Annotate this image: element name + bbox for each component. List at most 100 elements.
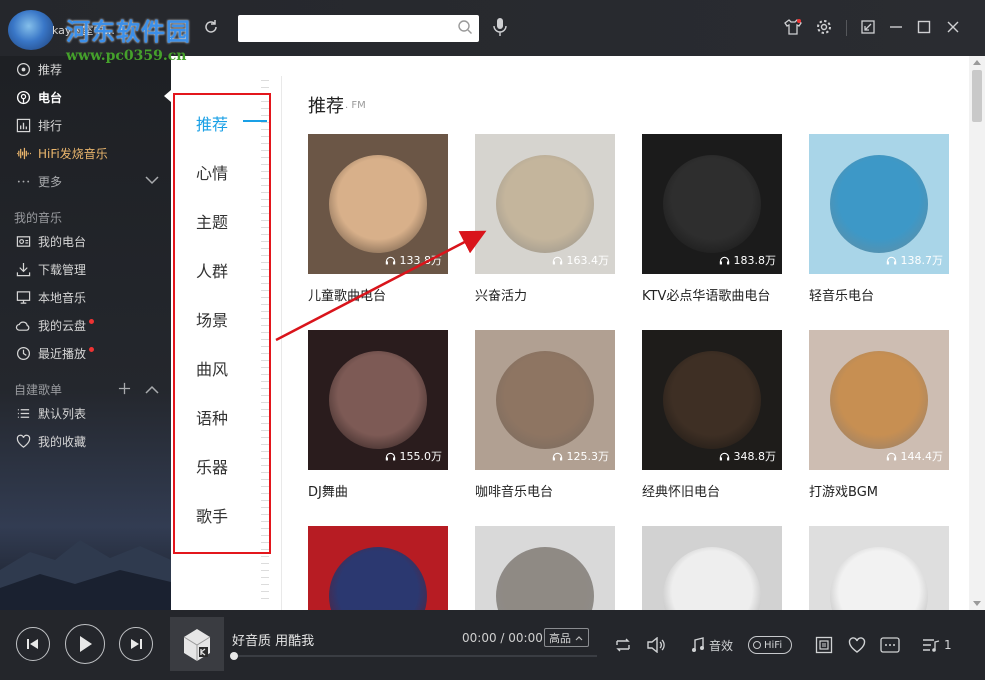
clock-icon — [14, 344, 32, 362]
sidebar-item-label: 推荐 — [38, 62, 63, 77]
close-icon[interactable] — [940, 14, 966, 40]
station-cover-image — [663, 155, 761, 253]
loop-mode-icon[interactable] — [612, 634, 634, 656]
sidebar-item-label: 电台 — [38, 90, 63, 105]
lyrics-icon[interactable] — [813, 634, 835, 656]
play-button[interactable] — [65, 624, 105, 664]
refresh-icon[interactable] — [198, 14, 224, 40]
hifi-label: HiFi — [764, 639, 783, 651]
watermark-title: 河东软件园 — [66, 17, 191, 46]
station-card[interactable] — [642, 526, 782, 610]
search-icon[interactable] — [457, 19, 473, 35]
station-card[interactable] — [308, 526, 448, 610]
headphones-icon — [886, 452, 896, 460]
station-card[interactable] — [809, 526, 949, 610]
skin-shirt-icon[interactable] — [780, 14, 806, 40]
station-card[interactable]: 348.8万经典怀旧电台 — [642, 330, 782, 500]
gear-icon[interactable] — [811, 14, 837, 40]
next-button[interactable] — [119, 627, 153, 661]
station-card[interactable]: 138.7万轻音乐电台 — [809, 134, 949, 304]
sidebar-item-favorites[interactable]: 我的收藏 — [14, 429, 86, 453]
sidebar-item-hifi[interactable]: HiFi发烧音乐 — [14, 141, 108, 165]
sidebar-item-default-list[interactable]: 默认列表 — [14, 401, 86, 425]
sidebar-item-downloads[interactable]: 下载管理 — [14, 257, 86, 281]
sidebar-item-label: 最近播放 — [38, 346, 87, 361]
station-cover[interactable]: 163.4万 — [475, 134, 615, 274]
station-cover[interactable] — [642, 526, 782, 610]
station-cover[interactable]: 133.8万 — [308, 134, 448, 274]
sidebar-item-cloud[interactable]: 我的云盘 — [14, 313, 95, 337]
add-icon[interactable] — [118, 380, 131, 399]
page-title: 推荐 — [308, 96, 344, 117]
station-title[interactable]: 打游戏BGM — [809, 481, 949, 500]
chevron-up-icon — [575, 635, 583, 640]
sidebar-item-recent[interactable]: 最近播放 — [14, 341, 95, 365]
station-cover[interactable]: 138.7万 — [809, 134, 949, 274]
microphone-icon[interactable] — [487, 14, 513, 40]
queue-count: 1 — [944, 638, 952, 652]
search-field[interactable] — [244, 15, 454, 40]
station-card[interactable]: 183.8万 KTV必点华语歌曲电台 — [642, 134, 782, 304]
sidebar-item-more[interactable]: 更多 — [14, 169, 159, 193]
divider — [846, 20, 847, 36]
play-count-value: 125.3万 — [566, 450, 610, 463]
station-cover-image — [329, 547, 427, 610]
play-count-value: 138.7万 — [900, 254, 944, 267]
sidebar-item-radio[interactable]: 电台 — [14, 85, 62, 109]
play-count-value: 133.8万 — [399, 254, 443, 267]
progress-bar[interactable] — [232, 655, 597, 657]
scroll-up-arrow[interactable] — [973, 60, 981, 65]
active-caret — [164, 90, 171, 102]
maximize-icon[interactable] — [911, 14, 937, 40]
station-title[interactable]: 经典怀旧电台 — [642, 481, 782, 500]
station-title[interactable]: 轻音乐电台 — [809, 285, 949, 304]
volume-icon[interactable] — [645, 634, 667, 656]
chevron-up-icon[interactable] — [145, 380, 159, 399]
station-title[interactable]: KTV必点华语歌曲电台 — [642, 285, 782, 304]
sidebar-item-ranking[interactable]: 排行 — [14, 113, 62, 137]
sidebar: 推荐 电台 排行 HiFi发烧音乐 更多 我的音乐 我的电台 下载管理 本地音乐… — [0, 56, 171, 610]
sidebar-item-label: 本地音乐 — [38, 290, 87, 305]
station-title[interactable]: 兴奋活力 — [475, 285, 615, 304]
station-card[interactable]: 144.4万打游戏BGM — [809, 330, 949, 500]
hifi-toggle[interactable]: HiFi — [748, 636, 792, 654]
play-count: 155.0万 — [385, 448, 442, 464]
station-title[interactable]: 咖啡音乐电台 — [475, 481, 615, 500]
scrollbar-thumb[interactable] — [972, 70, 982, 122]
station-card[interactable] — [475, 526, 615, 610]
sidebar-item-recommend[interactable]: 推荐 — [14, 57, 62, 81]
playlist-queue-button[interactable]: 1 — [922, 634, 962, 656]
mini-mode-icon[interactable] — [855, 14, 881, 40]
station-card[interactable]: 133.8万儿童歌曲电台 — [308, 134, 448, 304]
chevron-down-icon[interactable] — [145, 174, 159, 188]
station-cover[interactable] — [475, 526, 615, 610]
scrollbar[interactable] — [969, 56, 985, 610]
album-cover[interactable] — [170, 617, 224, 671]
station-title[interactable]: 儿童歌曲电台 — [308, 285, 448, 304]
search-input[interactable] — [238, 15, 479, 42]
station-card[interactable]: 163.4万兴奋活力 — [475, 134, 615, 304]
progress-knob[interactable] — [230, 652, 238, 660]
toggle-knob — [753, 641, 761, 649]
sidebar-item-my-radio[interactable]: 我的电台 — [14, 229, 86, 253]
quality-select[interactable]: 高品 — [544, 628, 589, 647]
station-cover[interactable] — [308, 526, 448, 610]
radio-icon — [14, 88, 32, 106]
previous-button[interactable] — [16, 627, 50, 661]
scroll-down-arrow[interactable] — [973, 601, 981, 606]
station-cover[interactable]: 125.3万 — [475, 330, 615, 470]
more-options-icon[interactable] — [879, 634, 901, 656]
sidebar-item-local-music[interactable]: 本地音乐 — [14, 285, 86, 309]
station-cover[interactable] — [809, 526, 949, 610]
sound-effect-button[interactable]: 音效 — [688, 634, 736, 656]
station-card[interactable]: 125.3万咖啡音乐电台 — [475, 330, 615, 500]
station-cover[interactable]: 155.0万 — [308, 330, 448, 470]
station-cover[interactable]: 144.4万 — [809, 330, 949, 470]
favorite-heart-icon[interactable] — [846, 634, 868, 656]
station-card[interactable]: 155.0万 DJ舞曲 — [308, 330, 448, 500]
station-title[interactable]: DJ舞曲 — [308, 481, 448, 500]
music-note-icon — [691, 637, 704, 652]
station-cover[interactable]: 183.8万 — [642, 134, 782, 274]
station-cover[interactable]: 348.8万 — [642, 330, 782, 470]
minimize-icon[interactable] — [883, 14, 909, 40]
